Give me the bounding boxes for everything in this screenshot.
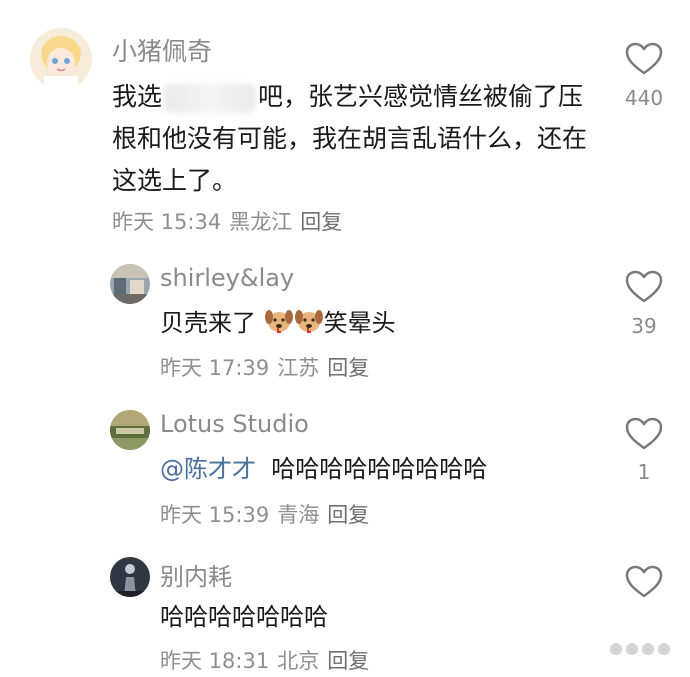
comment-text-before: 贝壳来了 [160, 309, 256, 337]
mention-link[interactable]: @陈才才 [160, 455, 256, 483]
avatar[interactable] [30, 28, 92, 90]
comment-location: 青海 [277, 503, 320, 527]
comment-text: @陈才才 哈哈哈哈哈哈哈哈哈 [160, 448, 487, 490]
comment-text: 我选 吧，张艺兴感觉情丝被偷了压根和他没有可能，我在胡言乱语什么，还在这选上了。 [112, 76, 587, 202]
comment-meta: 昨天 15:39 青海 回复 [160, 499, 377, 529]
blurred-text [164, 83, 257, 113]
dog-face-emoji [294, 310, 323, 333]
reply-button[interactable]: 回复 [300, 210, 342, 234]
heart-outline-icon[interactable] [625, 270, 663, 304]
comment-location: 北京 [277, 649, 320, 673]
dots-watermark-icon [610, 643, 670, 655]
heart-outline-icon[interactable] [625, 565, 663, 599]
comment-date: 昨天 15:34 [112, 210, 222, 234]
dog-face-emoji [264, 310, 293, 333]
username[interactable]: Lotus Studio [160, 410, 309, 438]
comment-date: 昨天 18:31 [160, 649, 270, 673]
comment-text: 哈哈哈哈哈哈哈 [160, 603, 328, 631]
username[interactable]: shirley&lay [160, 264, 294, 292]
comment-text-after: 笑晕头 [323, 309, 396, 337]
comment-text: 贝壳来了 笑晕头 [160, 302, 396, 344]
comment-meta: 昨天 18:31 北京 回复 [160, 645, 377, 675]
comment-date: 昨天 15:39 [160, 503, 270, 527]
reply-button[interactable]: 回复 [327, 649, 369, 673]
comment-meta: 昨天 15:34 黑龙江 回复 [112, 206, 350, 236]
reply-button[interactable]: 回复 [327, 356, 369, 380]
comment-date: 昨天 17:39 [160, 356, 270, 380]
reply-button[interactable]: 回复 [327, 503, 369, 527]
avatar[interactable] [110, 410, 150, 450]
comment-meta: 昨天 17:39 江苏 回复 [160, 352, 377, 382]
avatar[interactable] [110, 557, 150, 597]
comment-location: 黑龙江 [229, 210, 293, 234]
like-count: 1 [637, 460, 651, 484]
comment-text-body: 哈哈哈哈哈哈哈哈哈 [271, 455, 488, 483]
like-count: 39 [631, 314, 657, 338]
heart-outline-icon[interactable] [625, 42, 663, 76]
comment-text-before: 我选 [112, 82, 163, 111]
username[interactable]: 别内耗 [160, 557, 232, 592]
like-count: 440 [624, 86, 664, 110]
heart-outline-icon[interactable] [625, 417, 663, 451]
username[interactable]: 小猪佩奇 [112, 32, 212, 68]
avatar[interactable] [110, 264, 150, 304]
comment-location: 江苏 [277, 356, 320, 380]
